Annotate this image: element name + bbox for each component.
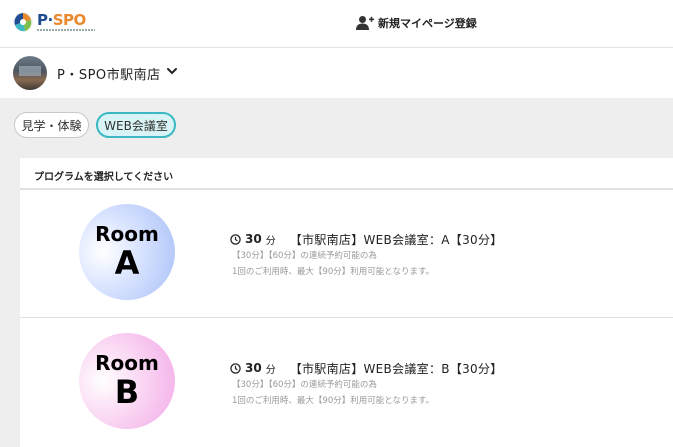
panel-title: プログラムを選択してください [34,172,174,183]
store-name: P・SPO市駅南店 [57,68,161,83]
room-letter: B [114,373,140,411]
new-mypage-register-button[interactable]: 新規マイページ登録 [356,13,477,33]
duration-unit: 分 [265,364,276,376]
logo-tagline-graphic [37,29,95,31]
room-b-image: Room B [79,333,175,429]
program-note-1: 【30分】【60分】の連続予約可能の為 [232,251,377,261]
store-selector[interactable]: P・SPO市駅南店 [0,48,673,98]
user-plus-icon [356,16,374,30]
header: P·SPO 新規マイページ登録 [0,0,673,48]
clock-icon [230,362,241,374]
program-name: 【市駅南店】WEB会議室：B【30分】 [289,361,503,376]
pspo-logo-mark-icon [13,12,33,32]
room-a-image: Room A [79,204,175,300]
logo-text-accent: SPO [52,11,87,29]
program-item-room-a[interactable]: Room A 30 分 【市駅南店】WEB会議室：A【30分】 【30分】【60… [20,190,673,318]
duration-value: 30 [245,232,262,246]
register-label: 新規マイページ登録 [378,17,477,30]
program-name: 【市駅南店】WEB会議室：A【30分】 [289,232,503,247]
store-avatar [13,56,47,90]
duration-unit: 分 [265,235,276,247]
program-info: 30 分 【市駅南店】WEB会議室：A【30分】 【30分】【60分】の連続予約… [230,230,650,280]
tab-tour-trial[interactable]: 見学・体験 [14,112,89,138]
program-info: 30 分 【市駅南店】WEB会議室：B【30分】 【30分】【60分】の連続予約… [230,359,650,409]
pspo-logo[interactable]: P·SPO [12,10,95,38]
room-word: Room [95,222,159,246]
program-note-1: 【30分】【60分】の連続予約可能の為 [232,380,377,390]
chevron-down-icon[interactable] [166,65,178,77]
clock-icon [230,233,241,245]
program-heading: 30 分 【市駅南店】WEB会議室：B【30分】 [230,359,650,377]
duration-value: 30 [245,361,262,375]
program-note-2: 1回のご利用時、最大【90分】利用可能となります。 [232,396,435,406]
program-item-room-b[interactable]: Room B 30 分 【市駅南店】WEB会議室：B【30分】 【30分】【60… [20,319,673,447]
program-panel: プログラムを選択してください Room A 30 分 【市駅南店】WEB会議室：… [20,158,673,447]
room-letter: A [114,244,140,282]
logo-text: P·SPO [37,11,86,29]
program-heading: 30 分 【市駅南店】WEB会議室：A【30分】 [230,230,650,248]
program-note-2: 1回のご利用時、最大【90分】利用可能となります。 [232,267,435,277]
room-word: Room [95,351,159,375]
tab-web-meeting-room[interactable]: WEB会議室 [96,112,176,138]
